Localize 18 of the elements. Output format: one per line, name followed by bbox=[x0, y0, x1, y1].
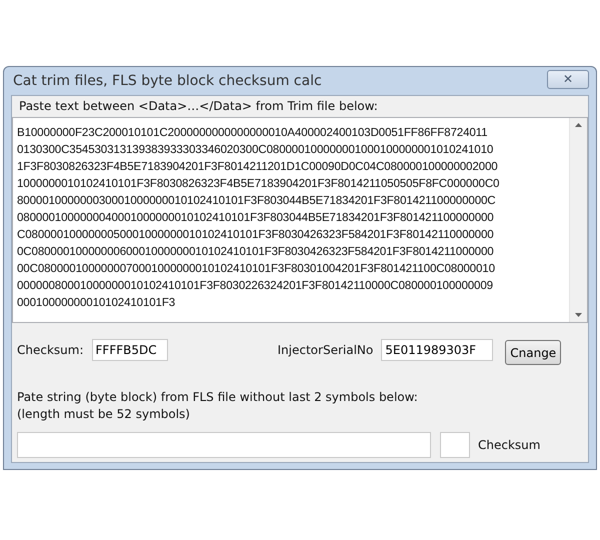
checksum-field[interactable]: FFFFB5DC bbox=[92, 338, 168, 360]
fls-instruction: (length must be 52 symbols) bbox=[17, 406, 191, 423]
scroll-up-arrow-icon[interactable] bbox=[574, 122, 583, 128]
scroll-down-arrow-icon[interactable] bbox=[574, 312, 583, 318]
close-button[interactable]: ✕ bbox=[547, 70, 589, 88]
window-title: Cat trim files, FLS byte block checksum calc bbox=[12, 73, 322, 89]
trim-text: B10000000F23C200010101C2000000000000000010A400002400103D0051FF86FF8724011 0130300C354530313139383933303346020300C080000100000001000100000001010241010 1F3F8030826323F4B5E7183904201F3F8014211201D1C00090D0C04C080000100000002000 1000000010102410101F3F8030826323F4B5E7183904201F3F8014211050505F8FC000000C0 800001000000030001000000010102410101F3F803044B5E71834201F3F801421100000000C 0800001000000040001000000010102410101F3F803044B5E71834201F3F801421100000000 C0800001000000050001000000010102410101F3F8030426323F584201F3F80142110000000 0C0800001000000060001000000010102410101F3F8030426323F584201F3F8014211000000 00C0800001000000070001000000010102410101F3F80301004201F3F801421100C08000010 00000080001000000010102410101F3F8030226324201F3F80142110000C080000100000009 00010000000010102410101F3 bbox=[16, 125, 500, 311]
scrollbar[interactable] bbox=[569, 118, 587, 322]
fls-instruction: Pate string (byte block) from FLS file without last 2 symbols below: bbox=[17, 389, 419, 406]
trim-text-area[interactable] bbox=[12, 117, 588, 323]
change-button[interactable]: Cnange bbox=[505, 340, 562, 365]
fls-checksum-field[interactable] bbox=[440, 432, 470, 458]
fls-checksum-label: Checksum bbox=[478, 438, 540, 452]
paste-instruction: Paste text between <Data>…</Data> from Trim file below: bbox=[18, 98, 379, 115]
byte-block-field[interactable] bbox=[17, 432, 431, 458]
checksum-label: Checksum: bbox=[17, 342, 84, 356]
injector-serial-label: InjectorSerialNo bbox=[278, 342, 374, 356]
injector-serial-field[interactable]: 5E011989303F bbox=[381, 338, 494, 360]
